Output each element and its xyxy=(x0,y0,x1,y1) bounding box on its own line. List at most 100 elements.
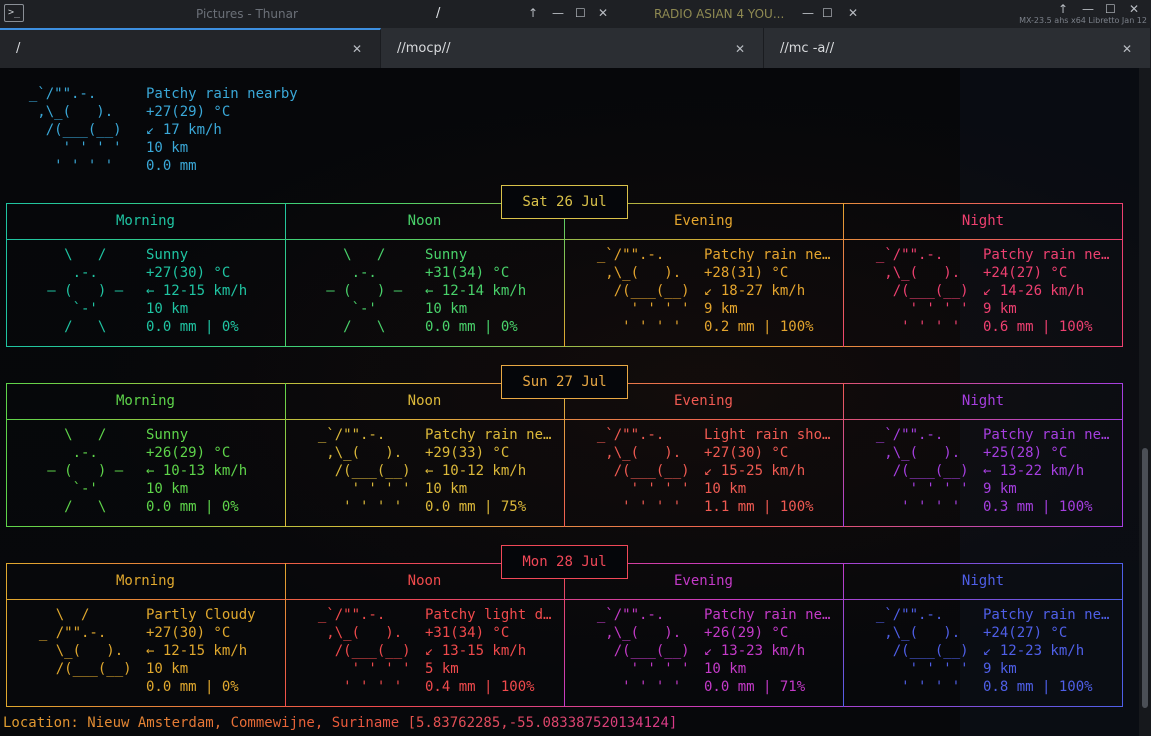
art-line: / \ xyxy=(30,499,140,515)
detail-line: +27(30) °C xyxy=(704,445,789,461)
art-line: /(___(__) xyxy=(20,122,130,138)
period-header: Night xyxy=(961,573,1005,589)
art-line: /(___(__) xyxy=(588,643,698,659)
period-details: Light rain sho… +27(30) °C ↙ 15-25 km/h 10 … xyxy=(704,426,841,516)
location-text: Location: Nieuw Amsterdam, Commewijne, S… xyxy=(3,715,678,731)
art-line: .-. xyxy=(30,265,140,281)
maximize-icon[interactable]: ☐ xyxy=(822,6,833,20)
close-icon[interactable]: ✕ xyxy=(598,6,608,20)
art-line: ' ' ' ' xyxy=(309,679,419,695)
detail-line: 0.8 mm | 100% xyxy=(983,679,1093,695)
terminal-output[interactable]: _`/"".-. ,\_( ). /(___(__) ' ' ' ' ' ' '… xyxy=(0,68,1139,736)
close-icon[interactable]: ✕ xyxy=(352,30,362,68)
arrow-up-icon[interactable]: ↑ xyxy=(528,6,538,20)
weather-ascii-art: \ / .-. ― ( ) ― `-' / \ xyxy=(279,246,419,336)
detail-line: +24(27) °C xyxy=(983,625,1068,641)
period-details: Patchy rain ne… +28(31) °C ↙ 18-27 km/h 9 k… xyxy=(704,246,841,336)
weather-ascii-art: _`/"".-. ,\_( ). /(___(__) ' ' ' ' ' ' '… xyxy=(558,606,698,696)
detail-line: Sunny xyxy=(146,247,189,263)
detail-line: ← 10-12 km/h xyxy=(425,463,527,479)
detail-line: 10 km xyxy=(704,661,747,677)
taskbar-window-radio[interactable]: RADIO ASIAN 4 YOU... xyxy=(648,3,808,25)
detail-line: +31(34) °C xyxy=(425,265,510,281)
weather-ascii-art: _`/"".-. ,\_( ). /(___(__) ' ' ' ' ' ' '… xyxy=(558,426,698,516)
weather-ascii-art: _`/"".-. ,\_( ). /(___(__) ' ' ' ' ' ' '… xyxy=(837,426,977,516)
art-line: ― ( ) ― xyxy=(30,463,140,479)
art-line: ' ' ' ' xyxy=(309,661,419,677)
detail-line: Patchy light d… xyxy=(425,607,552,623)
current-weather-art: _`/"".-. ,\_( ). /(___(__) ' ' ' ' ' ' '… xyxy=(0,85,130,175)
detail-line: 0.0 mm | 0% xyxy=(146,679,239,695)
maximize-icon[interactable]: ☐ xyxy=(1105,2,1116,16)
scrollbar[interactable] xyxy=(1139,68,1151,736)
art-line: /(___(__) xyxy=(30,661,140,677)
art-line: / \ xyxy=(30,319,140,335)
art-line: ' ' ' ' xyxy=(588,481,698,497)
date-label: Sun 27 Jul xyxy=(501,365,628,399)
detail-line: ← 13-22 km/h xyxy=(983,463,1085,479)
detail-line: 10 km xyxy=(146,661,189,677)
date-label: Mon 28 Jul xyxy=(501,545,628,579)
weather-ascii-art: _`/"".-. ,\_( ). /(___(__) ' ' ' ' ' ' '… xyxy=(279,426,419,516)
close-icon[interactable]: ✕ xyxy=(1122,28,1132,70)
detail-line: 10 km xyxy=(146,140,189,156)
detail-line: ↙ 13-15 km/h xyxy=(425,643,527,659)
weather-ascii-art: \ / .-. ― ( ) ― `-' / \ xyxy=(0,246,140,336)
detail-line: Patchy rain ne… xyxy=(983,247,1110,263)
minimize-icon[interactable]: — xyxy=(1082,2,1094,16)
art-line: ' ' ' ' xyxy=(588,679,698,695)
art-line: ' ' ' ' xyxy=(309,499,419,515)
art-line: \ / xyxy=(30,247,140,263)
detail-line: 9 km xyxy=(983,301,1017,317)
art-line: ' ' ' ' xyxy=(867,679,977,695)
tab-mc[interactable]: //mc -a// ✕ xyxy=(764,28,1151,68)
tab-label: / xyxy=(16,41,21,56)
detail-line: ↙ 17 km/h xyxy=(146,122,222,138)
taskbar-window-terminal[interactable]: / xyxy=(430,3,500,25)
detail-line: 0.0 mm | 0% xyxy=(146,319,239,335)
period-details: Patchy rain ne… +29(33) °C ← 10-12 km/h 10 … xyxy=(425,426,562,516)
taskbar-window-thunar[interactable]: Pictures - Thunar xyxy=(190,3,410,25)
art-line: ― ( ) ― xyxy=(309,283,419,299)
detail-line: 0.0 mm | 0% xyxy=(146,499,239,515)
close-icon[interactable]: ✕ xyxy=(1129,2,1139,16)
detail-line: 9 km xyxy=(704,301,738,317)
art-line: ' ' ' ' xyxy=(867,481,977,497)
detail-line: Partly Cloudy xyxy=(146,607,256,623)
art-line: _`/"".-. xyxy=(20,86,130,102)
detail-line: 0.6 mm | 100% xyxy=(983,319,1093,335)
detail-line: 0.0 mm | 0% xyxy=(425,319,518,335)
maximize-icon[interactable]: ☐ xyxy=(575,6,586,20)
weather-ascii-art: _`/"".-. ,\_( ). /(___(__) ' ' ' ' ' ' '… xyxy=(558,246,698,336)
location-line: Location: Nieuw Amsterdam, Commewijne, S… xyxy=(3,714,677,732)
art-line: _`/"".-. xyxy=(867,247,977,263)
close-icon[interactable]: ✕ xyxy=(848,6,858,20)
detail-line: Light rain sho… xyxy=(704,427,831,443)
art-line: ' ' ' ' xyxy=(867,301,977,317)
minimize-icon[interactable]: — xyxy=(552,6,564,20)
art-line: ' ' ' ' xyxy=(588,499,698,515)
detail-line: 9 km xyxy=(983,661,1017,677)
detail-line: 10 km xyxy=(146,301,189,317)
art-line: _`/"".-. xyxy=(588,427,698,443)
tab-root[interactable]: / ✕ xyxy=(0,28,381,68)
scrollbar-thumb[interactable] xyxy=(1142,448,1148,708)
art-line: /(___(__) xyxy=(588,283,698,299)
minimize-icon[interactable]: — xyxy=(802,6,814,20)
detail-line: 10 km xyxy=(425,481,468,497)
period-details: Sunny +26(29) °C ← 10-13 km/h 10 km 0.0 mm |… xyxy=(146,426,283,516)
art-line: ' ' ' ' xyxy=(867,499,977,515)
art-line: ' ' ' ' xyxy=(588,301,698,317)
period-details: Sunny +31(34) °C ← 12-14 km/h 10 km 0.0 mm |… xyxy=(425,246,562,336)
art-line: /(___(__) xyxy=(309,643,419,659)
detail-line: ↙ 15-25 km/h xyxy=(704,463,806,479)
period-details: Patchy light d… +31(34) °C ↙ 13-15 km/h 5 k… xyxy=(425,606,562,696)
arrow-up-icon[interactable]: ↑ xyxy=(1058,2,1068,16)
detail-line: ↙ 13-23 km/h xyxy=(704,643,806,659)
close-icon[interactable]: ✕ xyxy=(735,28,745,70)
period-details: Sunny +27(30) °C ← 12-15 km/h 10 km 0.0 mm |… xyxy=(146,246,283,336)
terminal-menu-icon[interactable]: >_ xyxy=(4,4,24,22)
art-line: ― ( ) ― xyxy=(30,283,140,299)
tab-mocp[interactable]: //mocp// ✕ xyxy=(381,28,764,68)
art-line: /(___(__) xyxy=(588,463,698,479)
